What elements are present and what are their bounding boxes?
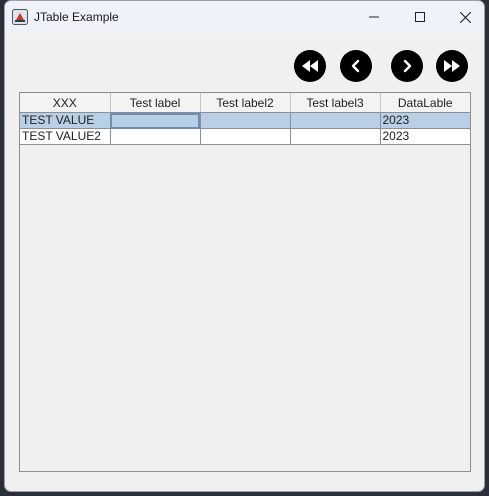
column-header-datalable[interactable]: DataLable bbox=[380, 93, 470, 113]
minimize-icon bbox=[369, 16, 379, 18]
chevron-left-icon bbox=[351, 59, 360, 73]
table-cell[interactable]: 2023 bbox=[380, 128, 470, 145]
app-window: JTable Example XXX Test label Test label… bbox=[4, 0, 485, 492]
title-bar[interactable]: JTable Example bbox=[5, 1, 484, 33]
fast-backward-icon bbox=[302, 60, 318, 72]
column-header-test-label2[interactable]: Test label2 bbox=[200, 93, 291, 113]
table-scroll-pane[interactable]: XXX Test label Test label2 Test label3 D… bbox=[19, 92, 471, 472]
maximize-button[interactable] bbox=[397, 1, 443, 33]
minimize-button[interactable] bbox=[351, 1, 397, 33]
next-page-button[interactable] bbox=[391, 50, 423, 82]
last-page-button[interactable] bbox=[436, 50, 468, 82]
previous-page-button[interactable] bbox=[340, 50, 372, 82]
close-icon bbox=[459, 11, 471, 23]
column-header-xxx[interactable]: XXX bbox=[20, 93, 111, 113]
table-cell[interactable]: TEST VALUE2 bbox=[20, 128, 111, 145]
fast-forward-icon bbox=[444, 60, 460, 72]
table-row[interactable]: TEST VALUE 2023 bbox=[20, 112, 470, 129]
table-cell[interactable] bbox=[200, 128, 291, 145]
table-cell[interactable]: 2023 bbox=[380, 112, 470, 129]
chevron-right-icon bbox=[403, 59, 412, 73]
column-header-test-label3[interactable]: Test label3 bbox=[290, 93, 381, 113]
table-cell[interactable] bbox=[290, 112, 381, 129]
data-table[interactable]: XXX Test label Test label2 Test label3 D… bbox=[20, 93, 470, 145]
java-app-icon bbox=[12, 9, 28, 25]
table-header-row: XXX Test label Test label2 Test label3 D… bbox=[20, 93, 470, 113]
table-cell[interactable] bbox=[290, 128, 381, 145]
table-row[interactable]: TEST VALUE2 2023 bbox=[20, 128, 470, 145]
table-cell[interactable]: TEST VALUE bbox=[20, 112, 111, 129]
column-header-test-label[interactable]: Test label bbox=[110, 93, 201, 113]
first-page-button[interactable] bbox=[294, 50, 326, 82]
table-cell[interactable] bbox=[110, 128, 201, 145]
table-cell-focused[interactable] bbox=[110, 112, 201, 129]
maximize-icon bbox=[415, 12, 425, 22]
table-cell[interactable] bbox=[200, 112, 291, 129]
window-title: JTable Example bbox=[34, 10, 119, 24]
close-button[interactable] bbox=[442, 1, 484, 33]
